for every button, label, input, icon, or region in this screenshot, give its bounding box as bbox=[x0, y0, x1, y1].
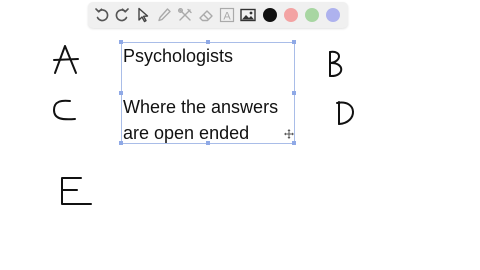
color-swatch-green[interactable] bbox=[305, 8, 319, 22]
handwritten-letter-e: E bbox=[61, 177, 92, 205]
resize-handle-bottom-right[interactable] bbox=[292, 141, 296, 145]
eraser-icon[interactable] bbox=[197, 6, 215, 24]
tools-icon[interactable] bbox=[176, 6, 194, 24]
handwritten-letter-b: B bbox=[329, 50, 343, 78]
resize-handle-right[interactable] bbox=[292, 91, 296, 95]
resize-handle-bottom[interactable] bbox=[206, 141, 210, 145]
select-pointer-icon[interactable] bbox=[134, 6, 152, 24]
resize-handle-top-left[interactable] bbox=[119, 40, 123, 44]
resize-handle-bottom-left[interactable] bbox=[119, 141, 123, 145]
color-swatch-red[interactable] bbox=[284, 8, 298, 22]
move-icon[interactable] bbox=[284, 129, 294, 139]
resize-handle-top-right[interactable] bbox=[292, 40, 296, 44]
image-icon[interactable] bbox=[239, 6, 257, 24]
text-line-2: Where the answers bbox=[123, 97, 279, 117]
text-tool-label: A bbox=[223, 10, 231, 22]
text-tool-icon[interactable]: A bbox=[218, 6, 236, 24]
resize-handle-left[interactable] bbox=[119, 91, 123, 95]
whiteboard-toolbar: A bbox=[88, 2, 348, 28]
redo-icon[interactable] bbox=[113, 6, 131, 24]
handwritten-letter-d: D bbox=[336, 101, 354, 125]
resize-handle-top[interactable] bbox=[206, 40, 210, 44]
color-swatch-black[interactable] bbox=[263, 8, 277, 22]
handwritten-letter-a: A bbox=[53, 45, 79, 74]
color-swatch-blue[interactable] bbox=[326, 8, 340, 22]
pen-icon[interactable] bbox=[155, 6, 173, 24]
text-line-3: are open ended bbox=[123, 123, 250, 143]
selected-text-box[interactable]: Psychologists Where the answers are open… bbox=[119, 40, 296, 145]
undo-icon[interactable] bbox=[93, 6, 111, 24]
text-line-title: Psychologists bbox=[123, 46, 234, 66]
handwritten-letter-c: C bbox=[53, 99, 76, 121]
